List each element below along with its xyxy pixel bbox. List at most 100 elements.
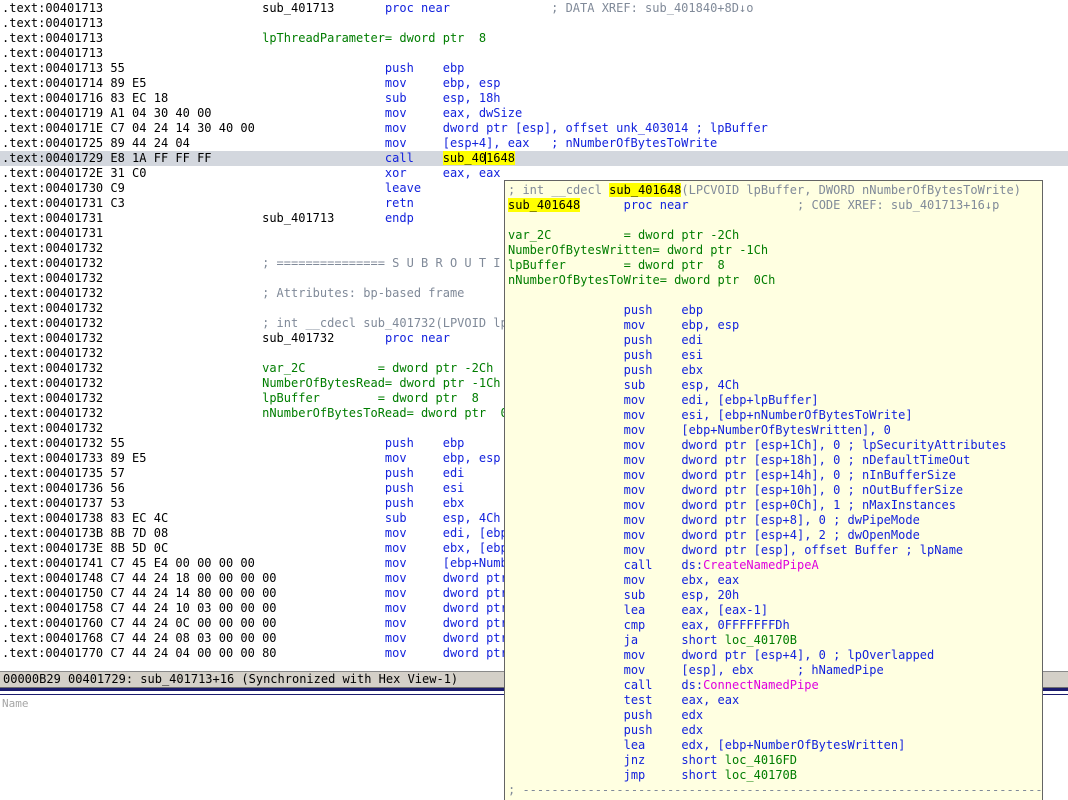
code-text: .text:0040171E C7 04 24 14 30 40 00	[2, 121, 255, 135]
spacer	[125, 181, 385, 195]
spacer	[277, 646, 385, 660]
code-text: .text:0040173E 8B 5D 0C	[2, 541, 168, 555]
code-text: .text:00401716 83 EC 18	[2, 91, 168, 105]
code-text: mov dword ptr [esp+4], 2 ; dwOpenMode	[624, 528, 920, 542]
code-text: proc near	[624, 198, 689, 212]
spacer	[334, 1, 385, 15]
spacer	[103, 1, 262, 15]
code-text: mov ebp, esp	[624, 318, 740, 332]
code-text: mov ebx, eax	[624, 573, 740, 587]
code-text: .text:00401732	[2, 241, 103, 255]
popup-line: ; int __cdecl sub_401648(LPCVOID lpBuffe…	[508, 183, 1042, 198]
code-text: .text:00401731	[2, 211, 103, 225]
listing-line[interactable]: .text:00401713 55 push ebp	[0, 61, 1068, 76]
code-text: sub_401713	[262, 1, 334, 15]
popup-line: mov dword ptr [esp+4], 0 ; lpOverlapped	[508, 648, 1042, 663]
code-text: .text:00401748 C7 44 24 18 00 00 00 00	[2, 571, 277, 585]
code-text: .text:00401732	[2, 271, 103, 285]
spacer	[125, 196, 385, 210]
popup-line: var_2C = dword ptr -2Ch	[508, 228, 1042, 243]
spacer	[508, 693, 624, 707]
code-text: mov [esp+4], eax ; nNumberOfBytesToWrite	[385, 136, 717, 150]
popup-line: push edi	[508, 333, 1042, 348]
code-text: mov dword ptr [esp+8], 0 ; dwPipeMode	[624, 513, 920, 527]
code-text: retn	[385, 196, 414, 210]
listing-line[interactable]: .text:0040172E 31 C0 xor eax, eax	[0, 166, 1068, 181]
code-text: push edx	[624, 723, 703, 737]
code-text: ConnectNamedPipe	[703, 678, 819, 692]
code-text: mov [ebp+NumberOfBytesWritten], 0	[624, 423, 891, 437]
code-text: .text:00401714 89 E5	[2, 76, 147, 90]
spacer	[168, 511, 385, 525]
popup-line: jnz short loc_4016FD	[508, 753, 1042, 768]
spacer	[508, 603, 624, 617]
code-text: .text:00401730 C9	[2, 181, 125, 195]
spacer	[508, 768, 624, 782]
spacer	[508, 558, 624, 572]
listing-line[interactable]: .text:00401713 lpThreadParameter= dword …	[0, 31, 1068, 46]
code-text: push ebx	[624, 363, 703, 377]
code-text: endp	[385, 211, 414, 225]
code-text: mov dword ptr [esp+18h], 0 ; nDefaultTim…	[624, 453, 971, 467]
code-text: sub_401713	[262, 211, 334, 225]
code-text: ; CODE XREF: sub_401713+16↓p	[797, 198, 999, 212]
spacer	[508, 588, 624, 602]
listing-line[interactable]: .text:00401713	[0, 16, 1068, 31]
spacer	[508, 393, 624, 407]
code-text: sub esp, 20h	[624, 588, 740, 602]
spacer	[508, 408, 624, 422]
popup-line	[508, 213, 1042, 228]
code-text: .text:00401713	[2, 46, 103, 60]
popup-line: ; --------------------------------------…	[508, 783, 1042, 798]
code-text: .text:00401732	[2, 331, 103, 345]
spacer	[125, 481, 385, 495]
code-text: mov ebp, esp	[385, 451, 501, 465]
code-text: lpThreadParameter= dword ptr 8	[262, 31, 486, 45]
code-text: mov esi, [ebp+nNumberOfBytesToWrite]	[624, 408, 913, 422]
code-text: loc_40170B	[725, 768, 797, 782]
listing-line[interactable]: .text:00401713	[0, 46, 1068, 61]
code-text: lpBuffer = dword ptr 8	[262, 391, 479, 405]
popup-line: cmp eax, 0FFFFFFFDh	[508, 618, 1042, 633]
code-text: .text:00401732	[2, 361, 103, 375]
code-text: ; --------------------------------------…	[508, 783, 1043, 797]
popup-line: mov edi, [ebp+lpBuffer]	[508, 393, 1042, 408]
listing-line[interactable]: .text:00401714 89 E5 mov ebp, esp	[0, 76, 1068, 91]
code-text: push edi	[385, 466, 464, 480]
spacer	[103, 31, 262, 45]
spacer	[334, 331, 385, 345]
code-text: push ebx	[385, 496, 464, 510]
code-text: push esi	[624, 348, 703, 362]
spacer	[508, 438, 624, 452]
code-text: mov dword ptr [esp], offset unk_403014 ;…	[385, 121, 768, 135]
code-text: .text:00401732	[2, 286, 103, 300]
code-text: NumberOfBytesWritten= dword ptr -1Ch	[508, 243, 768, 257]
code-text: lpBuffer = dword ptr 8	[508, 258, 725, 272]
status-text: 00000B29 00401729: sub_401713+16 (Synchr…	[3, 672, 458, 686]
code-text: .text:00401732	[2, 316, 103, 330]
spacer	[508, 738, 624, 752]
code-text: mov [esp], ebx ; hNamedPipe	[624, 663, 884, 677]
popup-line: lea eax, [eax-1]	[508, 603, 1042, 618]
spacer	[508, 648, 624, 662]
popup-line: sub esp, 4Ch	[508, 378, 1042, 393]
spacer	[334, 211, 385, 225]
code-text: mov dword ptr [esp+1Ch], 0 ; lpSecurityA…	[624, 438, 1007, 452]
code-text: .text:00401732	[2, 346, 103, 360]
listing-line[interactable]: .text:0040171E C7 04 24 14 30 40 00 mov …	[0, 121, 1068, 136]
code-text: .text:00401738 83 EC 4C	[2, 511, 168, 525]
listing-line-current[interactable]: .text:00401729 E8 1A FF FF FF call sub_4…	[0, 151, 1068, 166]
code-text: .text:00401713	[2, 16, 103, 30]
code-text: mov edi, [ebp+lpBuffer]	[624, 393, 819, 407]
spacer	[508, 498, 624, 512]
hint-popup: ; int __cdecl sub_401648(LPCVOID lpBuffe…	[504, 180, 1043, 800]
spacer	[103, 376, 262, 390]
listing-line[interactable]: .text:00401719 A1 04 30 40 00 mov eax, d…	[0, 106, 1068, 121]
listing-line[interactable]: .text:00401725 89 44 24 04 mov [esp+4], …	[0, 136, 1068, 151]
listing-line[interactable]: .text:00401716 83 EC 18 sub esp, 18h	[0, 91, 1068, 106]
code-text: .text:00401732 55	[2, 436, 125, 450]
spacer	[103, 391, 262, 405]
popup-line: NumberOfBytesWritten= dword ptr -1Ch	[508, 243, 1042, 258]
popup-line: push ebx	[508, 363, 1042, 378]
listing-line[interactable]: .text:00401713 sub_401713 proc near ; DA…	[0, 1, 1068, 16]
